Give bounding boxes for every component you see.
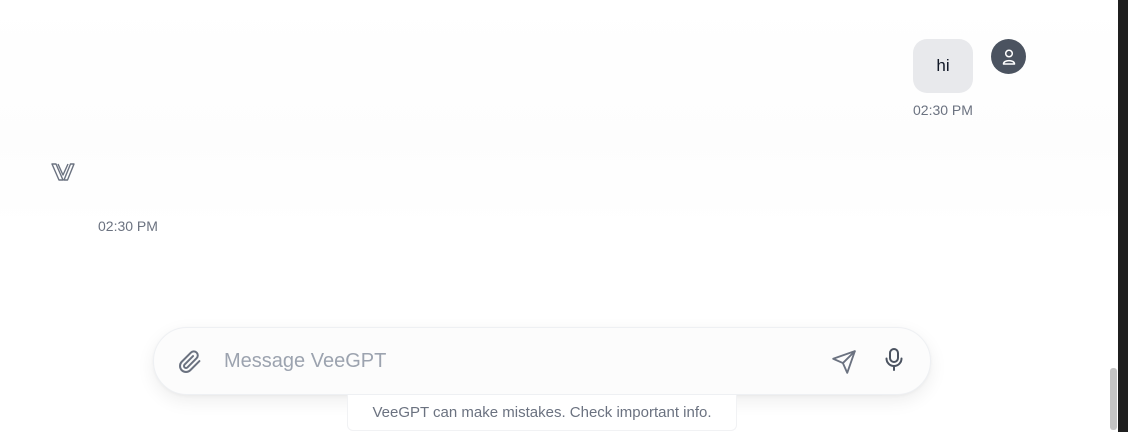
message-input[interactable] <box>222 342 806 380</box>
user-message-timestamp: 02:30 PM <box>913 102 973 118</box>
user-avatar[interactable] <box>991 39 1026 74</box>
paperclip-icon <box>179 350 201 373</box>
assistant-message-timestamp: 02:30 PM <box>98 218 158 234</box>
veegpt-logo-icon <box>51 163 75 181</box>
message-composer <box>153 327 931 395</box>
microphone-button[interactable] <box>880 346 908 374</box>
send-icon <box>832 350 856 374</box>
attach-button[interactable] <box>176 348 204 376</box>
microphone-icon <box>885 348 903 371</box>
disclaimer-text: VeeGPT can make mistakes. Check importan… <box>347 395 737 431</box>
chat-area: hi 02:30 PM 02:30 PM Message VeeGPT VeeG… <box>0 0 1118 432</box>
scrollbar-thumb[interactable] <box>1110 368 1117 430</box>
assistant-avatar <box>51 162 75 182</box>
window-edge <box>1118 0 1128 432</box>
user-icon <box>1002 48 1015 65</box>
user-message-text: hi <box>936 56 950 75</box>
user-message-bubble: hi <box>913 39 973 93</box>
send-button[interactable] <box>830 348 858 376</box>
